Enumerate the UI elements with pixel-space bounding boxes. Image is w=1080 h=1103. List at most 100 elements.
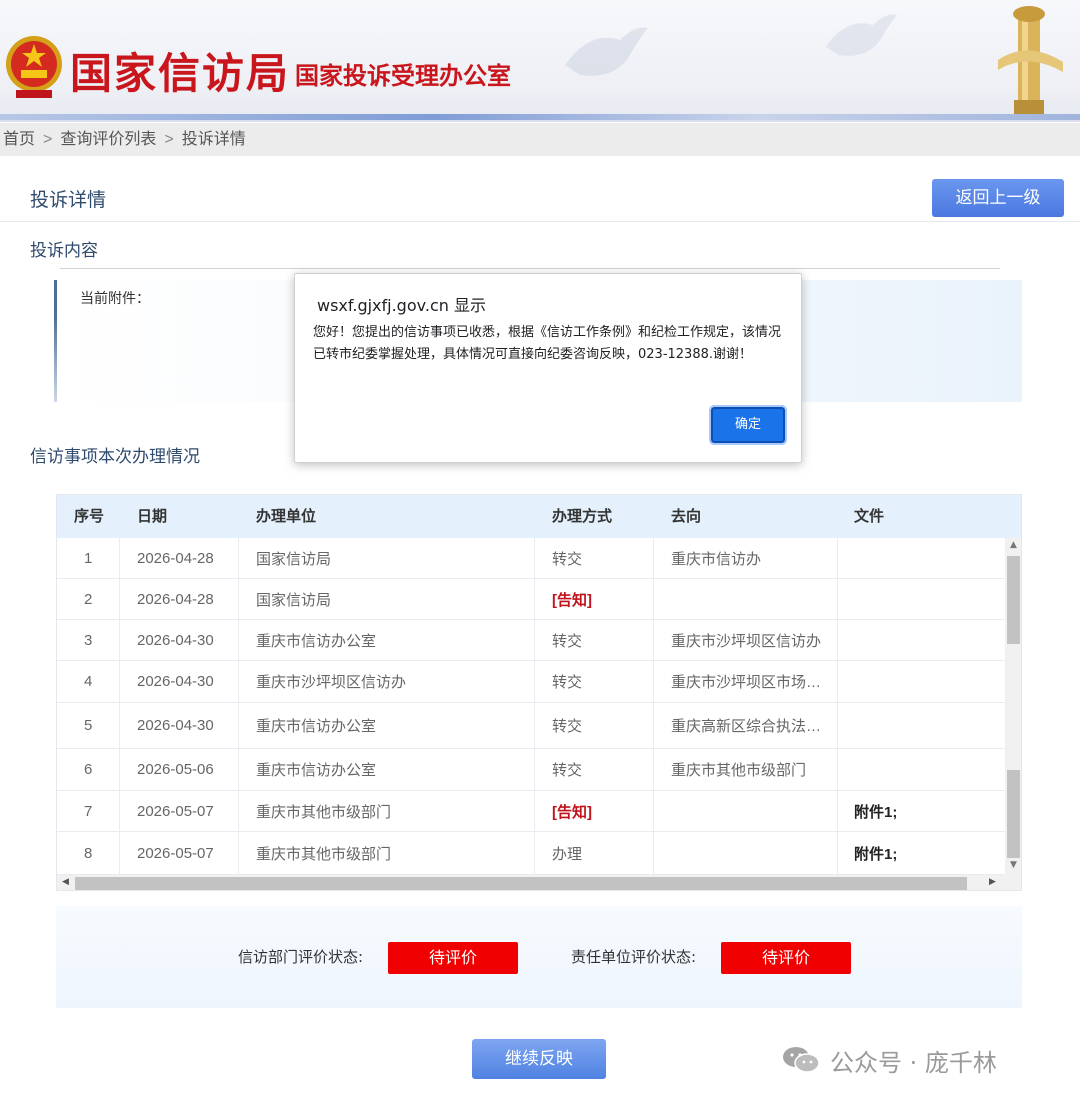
wechat-icon [783,1047,820,1073]
cell-file: 附件1; [838,832,1007,874]
dialog-origin: wsxf.gjxfj.gov.cn 显示 [317,296,486,315]
cell-no: 2 [57,579,120,619]
cell-unit: 国家信访局 [239,579,535,619]
page-title: 投诉详情 [30,189,107,211]
scrollbar-thumb[interactable] [1007,556,1020,644]
cell-no: 6 [57,749,120,790]
cell-unit: 国家信访局 [239,538,535,578]
cell-file: 附件1; [838,791,1007,831]
watermark-text: 公众号 · 庞千林 [830,1048,997,1077]
cell-file [838,538,1007,578]
cell-no: 1 [57,538,120,578]
column-header-file: 文件 [854,507,885,525]
column-header-no: 序号 [74,507,105,525]
cell-method: 转交 [535,620,654,660]
cell-date-text: 2026-05-07 [137,802,214,820]
scrollbar-thumb[interactable] [75,877,967,890]
complaint-content-heading: 投诉内容 [30,241,98,261]
back-button[interactable]: 返回上一级 [932,179,1064,217]
unit-evaluation-status-button[interactable]: 待评价 [721,942,851,974]
cell-no: 4 [57,661,120,702]
cell-method: [告知] [535,791,654,831]
breadcrumb-current: 投诉详情 [181,131,246,148]
cell-method-text[interactable]: [告知] [552,589,592,610]
cell-method: [告知] [535,579,654,619]
breadcrumb: 首页 > 查询评价列表 > 投诉详情 [0,123,1080,156]
cell-unit-text: 国家信访局 [256,591,332,609]
cell-method-text: 转交 [552,762,583,779]
cell-no-text: 5 [84,717,93,734]
table-row: 7 2026-05-07 重庆市其他市级部门 [告知] 附件1; [57,791,1007,832]
cell-no-text: 6 [84,761,93,778]
site-banner: 国家信访局 国家投诉受理办公室 [0,0,1080,122]
cell-no: 8 [57,832,120,874]
cell-file [838,661,1007,702]
cell-date: 2026-04-28 [120,538,239,578]
cell-date-text: 2026-04-30 [137,673,214,690]
site-subtitle: 国家投诉受理办公室 [295,61,511,90]
cell-no: 7 [57,791,120,831]
handling-progress-heading: 信访事项本次办理情况 [30,447,200,467]
divider [60,268,1000,269]
unit-evaluation-label: 责任单位评价状态: [571,948,697,966]
scroll-left-arrow-icon[interactable]: ◀ [62,877,69,887]
cell-destination-text: 重庆市沙坪坝区市场… [671,674,822,691]
cell-unit-text: 重庆市信访办公室 [256,632,377,650]
cell-file [838,749,1007,790]
dept-evaluation-status-button[interactable]: 待评价 [388,942,518,974]
cell-method: 转交 [535,661,654,702]
breadcrumb-list-link[interactable]: 查询评价列表 [60,131,156,148]
cell-unit: 重庆市其他市级部门 [239,791,535,831]
cell-destination [654,832,838,874]
cell-date-text: 2026-04-28 [137,549,214,567]
cell-method-text[interactable]: [告知] [552,801,592,822]
cell-destination-text: 重庆高新区综合执法… [671,718,822,735]
cell-destination [654,579,838,619]
cell-destination: 重庆市信访办 [654,538,838,578]
dove-decoration-icon [565,27,648,76]
attachment-link[interactable]: 附件1; [854,801,897,822]
attachment-link[interactable]: 附件1; [854,843,897,864]
cell-method: 转交 [535,538,654,578]
cell-no-text: 4 [84,673,93,690]
table-row: 3 2026-04-30 重庆市信访办公室 转交 重庆市沙坪坝区信访办 [57,620,1007,661]
vertical-scrollbar[interactable]: ▲ ▼ [1005,538,1021,875]
scroll-up-arrow-icon[interactable]: ▲ [1008,540,1019,550]
cell-no-text: 1 [84,549,93,567]
cell-unit-text: 国家信访局 [256,550,332,568]
scroll-right-arrow-icon[interactable]: ▶ [989,877,996,887]
dove-decoration-icon [825,14,897,56]
handling-table: 序号 日期 办理单位 办理方式 去向 文件 1 2026-04-28 国家信访局 转交… [56,494,1022,891]
horizontal-scrollbar[interactable]: ◀ ▶ [57,875,1021,890]
cell-date: 2026-05-07 [120,832,239,874]
cell-destination: 重庆市其他市级部门 [654,749,838,790]
national-emblem-icon [6,36,62,98]
cell-unit: 重庆市信访办公室 [239,620,535,660]
cell-no-text: 2 [84,590,93,608]
cell-method-text: 办理 [552,845,583,863]
breadcrumb-separator: > [164,131,174,148]
cell-destination-text: 重庆市沙坪坝区信访办 [671,632,822,650]
evaluation-panel: 信访部门评价状态: 待评价 责任单位评价状态: 待评价 [56,906,1022,1008]
table-header: 序号 日期 办理单位 办理方式 去向 文件 [57,495,1021,538]
cell-file [838,703,1007,748]
cell-date: 2026-04-30 [120,620,239,660]
scrollbar-thumb[interactable] [1007,770,1020,858]
watermark: 公众号 · 庞千林 [782,1042,997,1078]
breadcrumb-home-link[interactable]: 首页 [3,131,35,148]
continue-report-button[interactable]: 继续反映 [472,1039,606,1079]
cell-unit-text: 重庆市其他市级部门 [256,803,392,821]
cell-no-text: 8 [84,844,93,862]
cell-date: 2026-05-07 [120,791,239,831]
attachment-label: 当前附件： [80,291,150,307]
cell-file [838,579,1007,619]
dialog-ok-button[interactable]: 确定 [709,405,787,445]
scroll-down-arrow-icon[interactable]: ▼ [1008,860,1019,870]
cell-no: 3 [57,620,120,660]
alert-dialog: wsxf.gjxfj.gov.cn 显示 您好！您提出的信访事项已收悉，根据《信… [294,273,802,463]
cell-date-text: 2026-04-30 [137,717,214,734]
table-row: 1 2026-04-28 国家信访局 转交 重庆市信访办 [57,538,1007,579]
cell-no-text: 7 [84,802,93,820]
table-row: 4 2026-04-30 重庆市沙坪坝区信访办 转交 重庆市沙坪坝区市场… [57,661,1007,703]
cell-method-text: 转交 [552,718,583,735]
